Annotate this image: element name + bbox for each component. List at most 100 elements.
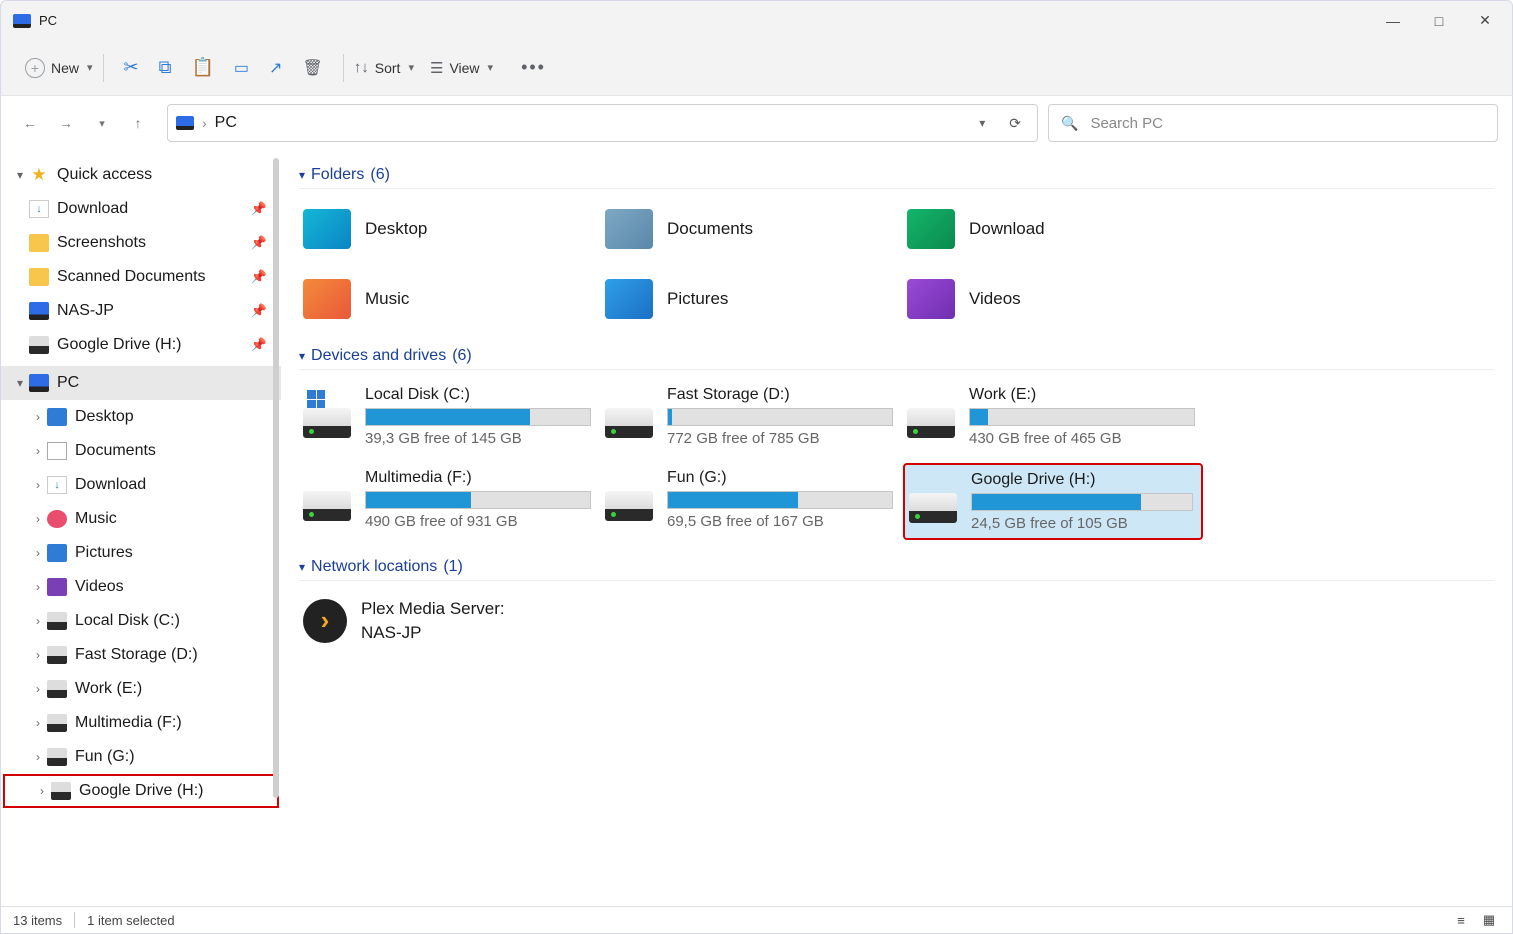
refresh-button[interactable]: ⟳ xyxy=(1001,115,1029,132)
drive-item[interactable]: Fun (G:)69,5 GB free of 167 GB xyxy=(601,463,901,540)
pc-label: PC xyxy=(57,374,79,392)
pictures-icon xyxy=(47,544,67,562)
sort-icon: ↑↓ xyxy=(354,59,369,76)
recent-button[interactable]: ▾ xyxy=(89,110,115,136)
new-label: New xyxy=(51,60,79,76)
sidebar-item-google-drive-pinned[interactable]: Google Drive (H:) 📌 xyxy=(1,328,281,362)
folder-item[interactable]: Desktop xyxy=(299,199,599,259)
sidebar-item-fun-g[interactable]: ›Fun (G:) xyxy=(1,740,281,774)
sidebar-item-work-e[interactable]: ›Work (E:) xyxy=(1,672,281,706)
chevron-right-icon: › xyxy=(29,648,47,662)
paste-button[interactable]: 📋 xyxy=(186,50,220,86)
sort-label: Sort xyxy=(375,60,401,76)
folder-item[interactable]: Music xyxy=(299,269,599,329)
drive-icon xyxy=(47,714,67,732)
folder-item[interactable]: Documents xyxy=(601,199,901,259)
network-item[interactable]: ›Plex Media Server:NAS-JP xyxy=(299,591,1494,651)
sidebar-item-download[interactable]: ›↓Download xyxy=(1,468,281,502)
drive-icon xyxy=(51,782,71,800)
sidebar-item-nas-jp[interactable]: NAS-JP 📌 xyxy=(1,294,281,328)
more-button[interactable]: ••• xyxy=(515,50,552,86)
trash-icon: 🗑 xyxy=(302,58,322,78)
details-view-button[interactable]: ≡ xyxy=(1450,910,1472,930)
folder-icon xyxy=(907,209,955,249)
pin-icon: 📌 xyxy=(251,337,267,353)
status-selection: 1 item selected xyxy=(87,913,174,928)
folder-icon xyxy=(29,268,49,286)
chevron-right-icon: › xyxy=(29,716,47,730)
network-section-header[interactable]: ▾ Network locations (1) xyxy=(299,558,1494,581)
folder-item[interactable]: Videos xyxy=(903,269,1203,329)
drive-usage-bar xyxy=(365,491,591,509)
sidebar-item-documents[interactable]: ›Documents xyxy=(1,434,281,468)
chevron-down-icon: ▾ xyxy=(299,168,305,182)
view-button[interactable]: ☰ View ▾ xyxy=(424,50,499,86)
drive-usage-bar xyxy=(365,408,591,426)
drive-free-text: 430 GB free of 465 GB xyxy=(969,430,1195,447)
sidebar-item-download[interactable]: ↓ Download 📌 xyxy=(1,192,281,226)
folder-item[interactable]: Pictures xyxy=(601,269,901,329)
tiles-view-button[interactable]: ▦ xyxy=(1478,910,1500,930)
drive-item[interactable]: Google Drive (H:)24,5 GB free of 105 GB xyxy=(903,463,1203,540)
drive-item[interactable]: Local Disk (C:)39,3 GB free of 145 GB xyxy=(299,380,599,453)
back-button[interactable]: ← xyxy=(17,110,43,136)
drive-label: Fast Storage (D:) xyxy=(667,386,893,404)
folder-icon xyxy=(303,279,351,319)
drive-label: Local Disk (C:) xyxy=(365,386,591,404)
view-icon: ☰ xyxy=(430,59,443,77)
breadcrumb-pc[interactable]: PC xyxy=(215,114,237,132)
drive-icon xyxy=(909,493,957,523)
drive-item[interactable]: Work (E:) 430 GB free of 465 GB xyxy=(903,380,1203,453)
folder-label: Pictures xyxy=(667,289,728,309)
cut-button[interactable]: ✂ xyxy=(118,50,145,86)
chevron-down-icon: ▾ xyxy=(299,560,305,574)
drives-section-header[interactable]: ▾ Devices and drives (6) xyxy=(299,347,1494,370)
pc-icon xyxy=(13,14,31,28)
folder-item[interactable]: Download xyxy=(903,199,1203,259)
clipboard-icon: 📋 xyxy=(192,57,214,78)
network-label-line2: NAS-JP xyxy=(361,621,505,645)
breadcrumb-separator: › xyxy=(202,115,207,131)
sidebar-item-fast-storage-d[interactable]: ›Fast Storage (D:) xyxy=(1,638,281,672)
address-dropdown[interactable]: ▾ xyxy=(971,116,993,130)
search-input[interactable] xyxy=(1090,115,1485,132)
minimize-button[interactable]: — xyxy=(1370,5,1416,37)
close-button[interactable]: ✕ xyxy=(1462,5,1508,37)
new-button[interactable]: + New ▾ xyxy=(19,50,99,86)
chevron-right-icon: › xyxy=(29,580,47,594)
forward-button[interactable]: → xyxy=(53,110,79,136)
sidebar-quick-access[interactable]: ▾ ★ Quick access xyxy=(1,158,281,192)
sidebar-item-videos[interactable]: ›Videos xyxy=(1,570,281,604)
up-button[interactable]: ↑ xyxy=(125,110,151,136)
sidebar-item-local-disk-c[interactable]: ›Local Disk (C:) xyxy=(1,604,281,638)
maximize-button[interactable]: □ xyxy=(1416,5,1462,37)
separator xyxy=(343,54,344,82)
search-box[interactable]: 🔍 xyxy=(1048,104,1498,142)
folders-section-header[interactable]: ▾ Folders (6) xyxy=(299,166,1494,189)
toolbar: + New ▾ ✂ ⧉ 📋 ▭ ↗ 🗑 ↑↓ Sort ▾ ☰ View ▾ •… xyxy=(0,40,1513,96)
sidebar-item-desktop[interactable]: ›Desktop xyxy=(1,400,281,434)
sidebar-item-screenshots[interactable]: Screenshots 📌 xyxy=(1,226,281,260)
address-bar[interactable]: › PC ▾ ⟳ xyxy=(167,104,1038,142)
copy-button[interactable]: ⧉ xyxy=(153,50,178,86)
drive-icon xyxy=(47,646,67,664)
sort-button[interactable]: ↑↓ Sort ▾ xyxy=(348,50,420,86)
sidebar-item-pictures[interactable]: ›Pictures xyxy=(1,536,281,570)
share-button[interactable]: ↗ xyxy=(263,50,288,86)
sidebar-item-scanned-documents[interactable]: Scanned Documents 📌 xyxy=(1,260,281,294)
drive-item[interactable]: Multimedia (F:)490 GB free of 931 GB xyxy=(299,463,599,540)
sidebar-item-google-drive-h[interactable]: ›Google Drive (H:) xyxy=(3,774,279,808)
copy-icon: ⧉ xyxy=(159,57,172,78)
chevron-down-icon: ▾ xyxy=(488,61,494,74)
folder-label: Documents xyxy=(667,219,753,239)
drive-usage-bar xyxy=(969,408,1195,426)
drive-label: Work (E:) xyxy=(969,386,1195,404)
chevron-right-icon: › xyxy=(29,546,47,560)
rename-button[interactable]: ▭ xyxy=(228,50,255,86)
sidebar-item-music[interactable]: ›Music xyxy=(1,502,281,536)
sidebar-item-multimedia-f[interactable]: ›Multimedia (F:) xyxy=(1,706,281,740)
drive-item[interactable]: Fast Storage (D:)772 GB free of 785 GB xyxy=(601,380,901,453)
sidebar-pc[interactable]: ▾ PC xyxy=(1,366,281,400)
delete-button[interactable]: 🗑 xyxy=(296,50,328,86)
folder-label: Download xyxy=(969,219,1045,239)
